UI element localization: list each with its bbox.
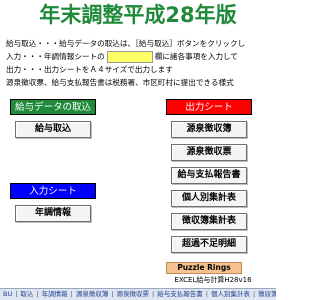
sheet-tab-nencho[interactable]: 年調情報 (39, 289, 71, 300)
output-sheet-header: 出力シート (166, 99, 252, 115)
choshubo-shukei-button[interactable]: 徴収簿集計表 (171, 213, 247, 230)
kyuyo-import-button[interactable]: 給与取込 (15, 121, 91, 138)
page-title: 年末調整平成28年版 (39, 3, 237, 27)
sheet-tab-bar: BU | 取込 | 年調情報 | 源泉徴収簿 | 源泉徴収票 | 給与支払報告書 | 個人別集計表 | 徴収… (0, 288, 276, 300)
gensen-choshuhyo-button[interactable]: 源泉徴収票 (171, 144, 247, 161)
instruction-line-1: 給与取込・・・給与データの取込は、［給与取込］ボタンをクリックし (6, 39, 246, 48)
instruction-line-2b: 欄に諸各事項を入力して (154, 52, 239, 61)
nencho-info-button[interactable]: 年調情報 (15, 205, 91, 222)
sheet-tab-choshubo2[interactable]: 徴収簿 (255, 289, 276, 300)
instruction-line-2: 入力・・・年調情報シートの 欄に諸各事項を入力して (6, 51, 276, 63)
puzzle-rings-link[interactable]: Puzzle Rings (166, 262, 242, 274)
choka-fusoku-button[interactable]: 超過不足明細 (171, 236, 247, 253)
sheet-tab-kojinbetsu[interactable]: 個人別集計表 (208, 289, 253, 300)
instruction-line-2a: 入力・・・年調情報シートの (6, 52, 105, 61)
gensen-choshubo-button[interactable]: 源泉徴収簿 (171, 121, 247, 138)
input-sheet-header: 入力シート (10, 183, 96, 199)
kyuyo-data-header: 給与データの取込 (10, 99, 96, 115)
version-label: EXCEL給与計算H28v16 (174, 276, 252, 284)
kyuyo-shiharai-button[interactable]: 給与支払報告書 (171, 167, 247, 184)
instruction-line-4: 源泉徴収票、給与支払報告書は税務署、市区町村に提出できる様式 (6, 78, 234, 87)
instruction-line-3: 出力・・・出力シートをＡ４サイズで出力します (6, 65, 173, 74)
input-color-swatch (106, 51, 153, 63)
sheet-tab-choshuhyo[interactable]: 源泉徴収票 (114, 289, 153, 300)
kojinbetsu-button[interactable]: 個人別集計表 (171, 190, 247, 207)
sheet-tab-hokokusho[interactable]: 給与支払報告書 (154, 289, 206, 300)
sheet-tab-partial[interactable]: BU (0, 289, 15, 300)
sheet-tab-choshubo[interactable]: 源泉徴収簿 (73, 289, 112, 300)
sheet-tab-torikomi[interactable]: 取込 (17, 289, 36, 300)
